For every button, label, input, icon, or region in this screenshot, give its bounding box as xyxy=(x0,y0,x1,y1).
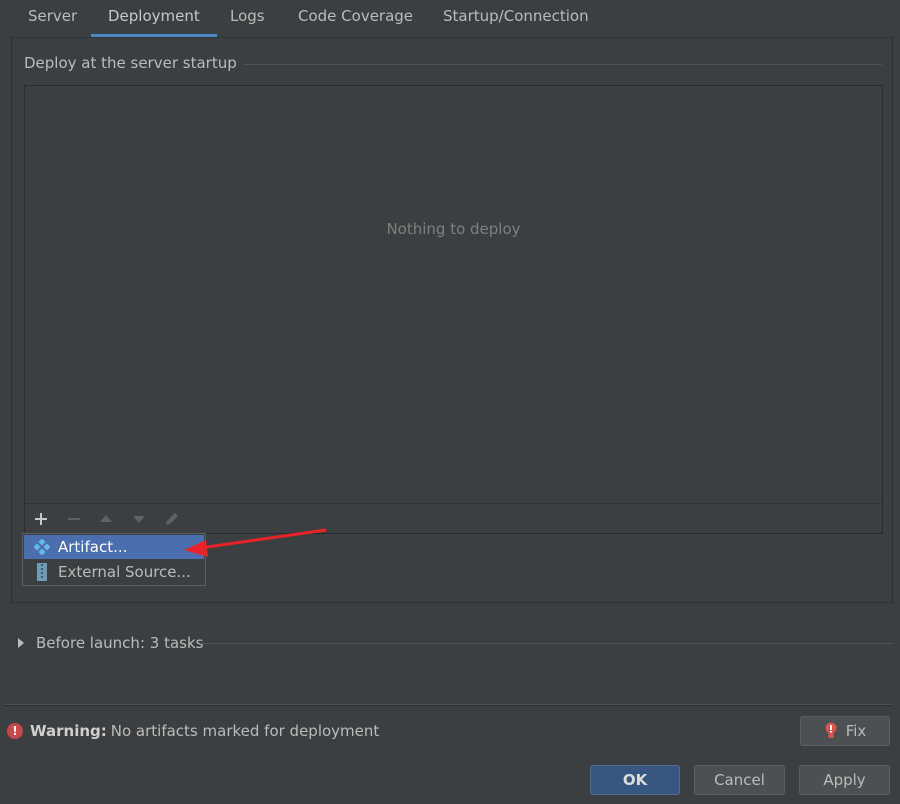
cancel-button[interactable]: Cancel xyxy=(694,765,785,795)
apply-button[interactable]: Apply xyxy=(799,765,890,795)
tab-startup-connection[interactable]: Startup/Connection xyxy=(426,0,606,37)
expand-triangle-icon xyxy=(18,638,24,648)
before-launch-divider xyxy=(200,643,893,644)
tab-logs[interactable]: Logs xyxy=(213,0,282,37)
move-down-button[interactable] xyxy=(128,508,150,530)
add-button[interactable] xyxy=(30,508,52,530)
menu-item-label: External Source... xyxy=(58,563,191,581)
menu-item-external-source[interactable]: External Source... xyxy=(24,560,204,584)
warning-text: No artifacts marked for deployment xyxy=(110,722,380,740)
menu-item-label: Artifact... xyxy=(58,538,128,556)
archive-icon xyxy=(33,563,51,581)
tab-code-coverage[interactable]: Code Coverage xyxy=(281,0,430,37)
error-icon: ! xyxy=(7,723,23,739)
fix-button[interactable]: Fix xyxy=(800,716,890,746)
list-toolbar xyxy=(25,503,882,533)
empty-state-text: Nothing to deploy xyxy=(386,220,521,238)
ok-label: OK xyxy=(622,771,648,789)
arrow-down-icon xyxy=(133,516,145,523)
artifact-icon xyxy=(33,538,51,556)
ok-button[interactable]: OK xyxy=(590,765,680,795)
pencil-icon xyxy=(166,513,178,525)
remove-button[interactable] xyxy=(63,508,85,530)
cancel-label: Cancel xyxy=(714,771,765,789)
tab-server[interactable]: Server xyxy=(11,0,94,37)
before-launch-label: Before launch: 3 tasks xyxy=(36,634,204,652)
edit-button[interactable] xyxy=(161,508,183,530)
arrow-up-icon xyxy=(100,515,112,522)
deployment-list: Nothing to deploy xyxy=(24,85,883,534)
menu-item-artifact[interactable]: Artifact... xyxy=(24,535,204,559)
before-launch-toggle[interactable]: Before launch: 3 tasks xyxy=(18,633,203,653)
add-popup-menu: Artifact... External Source... xyxy=(22,533,206,586)
plus-icon xyxy=(35,513,47,525)
deployment-panel: Deploy at the server startup Nothing to … xyxy=(11,37,893,603)
minus-icon xyxy=(68,518,80,520)
deployment-list-area[interactable]: Nothing to deploy xyxy=(25,86,882,503)
apply-label: Apply xyxy=(823,771,866,789)
tab-deployment[interactable]: Deployment xyxy=(91,0,217,37)
footer-divider xyxy=(5,704,893,706)
lightbulb-error-icon xyxy=(825,722,837,738)
run-config-dialog: Server Deployment Logs Code Coverage Sta… xyxy=(0,0,900,804)
move-up-button[interactable] xyxy=(95,508,117,530)
warning-label: Warning: xyxy=(30,722,107,740)
fix-label: Fix xyxy=(845,722,867,740)
tab-bar: Server Deployment Logs Code Coverage Sta… xyxy=(0,0,900,37)
warning-message: ! Warning: No artifacts marked for deplo… xyxy=(7,721,379,741)
section-divider xyxy=(232,64,882,65)
section-title: Deploy at the server startup xyxy=(24,54,243,72)
